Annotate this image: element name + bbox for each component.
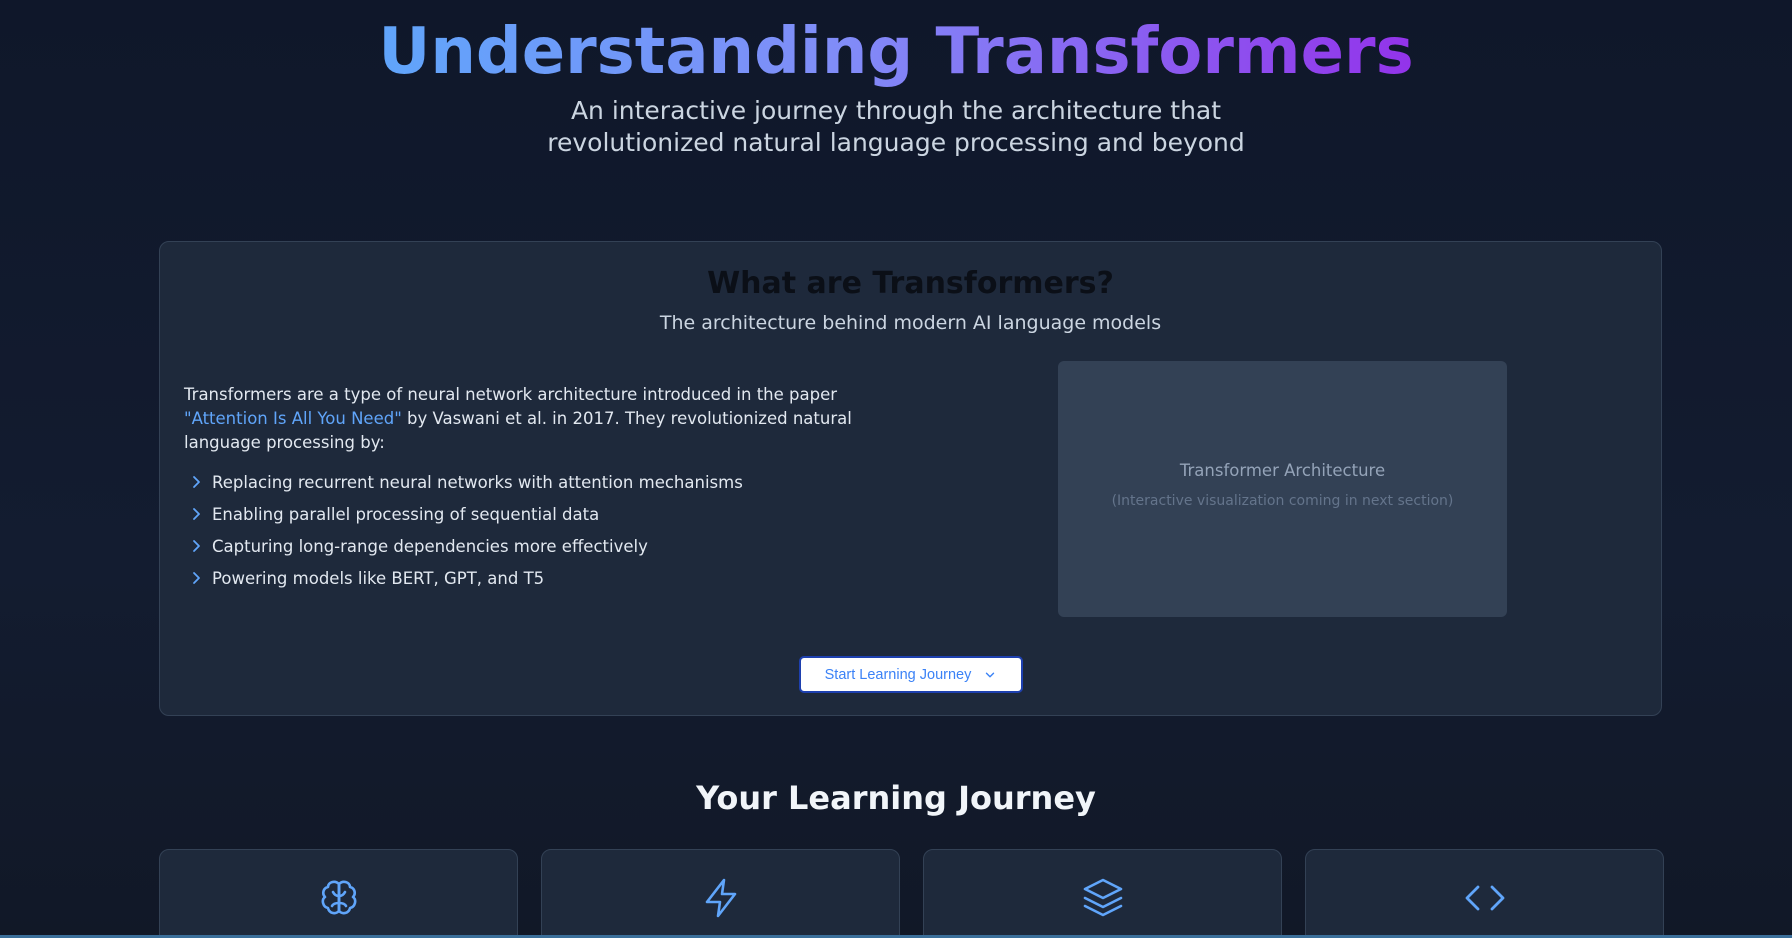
intro-card: What are Transformers? The architecture … bbox=[159, 241, 1662, 716]
journey-card-layers[interactable] bbox=[923, 849, 1282, 938]
start-learning-journey-button[interactable]: Start Learning Journey bbox=[799, 656, 1023, 693]
intro-paragraph: Transformers are a type of neural networ… bbox=[184, 383, 884, 455]
lightning-icon bbox=[705, 878, 736, 918]
intro-subheading: The architecture behind modern AI langua… bbox=[659, 312, 1162, 334]
chevron-right-icon bbox=[193, 540, 200, 552]
list-item-text: Powering models like BERT, GPT, and T5 bbox=[212, 569, 545, 588]
page: Understanding Transformers An interactiv… bbox=[0, 0, 1792, 938]
hero-title: Understanding Transformers bbox=[0, 14, 1792, 90]
hero-title-text: Understanding Transformers bbox=[378, 15, 1414, 89]
visualization-title: Transformer Architecture bbox=[1179, 461, 1386, 480]
intro-heading: What are Transformers? bbox=[707, 266, 1114, 301]
chevron-right-icon bbox=[193, 476, 200, 488]
paper-link[interactable]: "Attention Is All You Need" bbox=[184, 409, 402, 428]
intro-body: Transformers are a type of neural networ… bbox=[184, 383, 884, 599]
chevron-right-icon bbox=[193, 572, 200, 584]
layers-icon bbox=[1083, 878, 1122, 917]
list-item: Capturing long-range dependencies more e… bbox=[184, 535, 884, 567]
brain-icon bbox=[321, 880, 356, 915]
list-item-text: Replacing recurrent neural networks with… bbox=[212, 473, 743, 492]
hero-subtitle-line1: An interactive journey through the archi… bbox=[570, 96, 1222, 125]
journey-heading: Your Learning Journey bbox=[696, 779, 1096, 817]
journey-card-parallel[interactable] bbox=[541, 849, 900, 938]
hero-subtitle-line2: revolutionized natural language processi… bbox=[547, 128, 1245, 157]
visualization-note: (Interactive visualization coming in nex… bbox=[1111, 493, 1454, 509]
list-item-text: Enabling parallel processing of sequenti… bbox=[212, 505, 600, 524]
intro-paragraph-start: Transformers are a type of neural networ… bbox=[184, 385, 838, 404]
journey-card-attention[interactable] bbox=[159, 849, 518, 938]
chevron-down-icon bbox=[986, 672, 995, 677]
list-item: Enabling parallel processing of sequenti… bbox=[184, 503, 884, 535]
list-item: Powering models like BERT, GPT, and T5 bbox=[184, 567, 884, 599]
start-button-label: Start Learning Journey bbox=[824, 666, 972, 683]
chevron-right-icon bbox=[193, 508, 200, 520]
code-icon bbox=[1465, 885, 1504, 911]
list-item-text: Capturing long-range dependencies more e… bbox=[212, 537, 648, 556]
feature-list: Replacing recurrent neural networks with… bbox=[184, 471, 884, 599]
journey-card-code[interactable] bbox=[1305, 849, 1664, 938]
architecture-visualization-placeholder: Transformer Architecture (Interactive vi… bbox=[1058, 361, 1507, 617]
list-item: Replacing recurrent neural networks with… bbox=[184, 471, 884, 503]
hero-subtitle: An interactive journey through the archi… bbox=[0, 95, 1792, 159]
